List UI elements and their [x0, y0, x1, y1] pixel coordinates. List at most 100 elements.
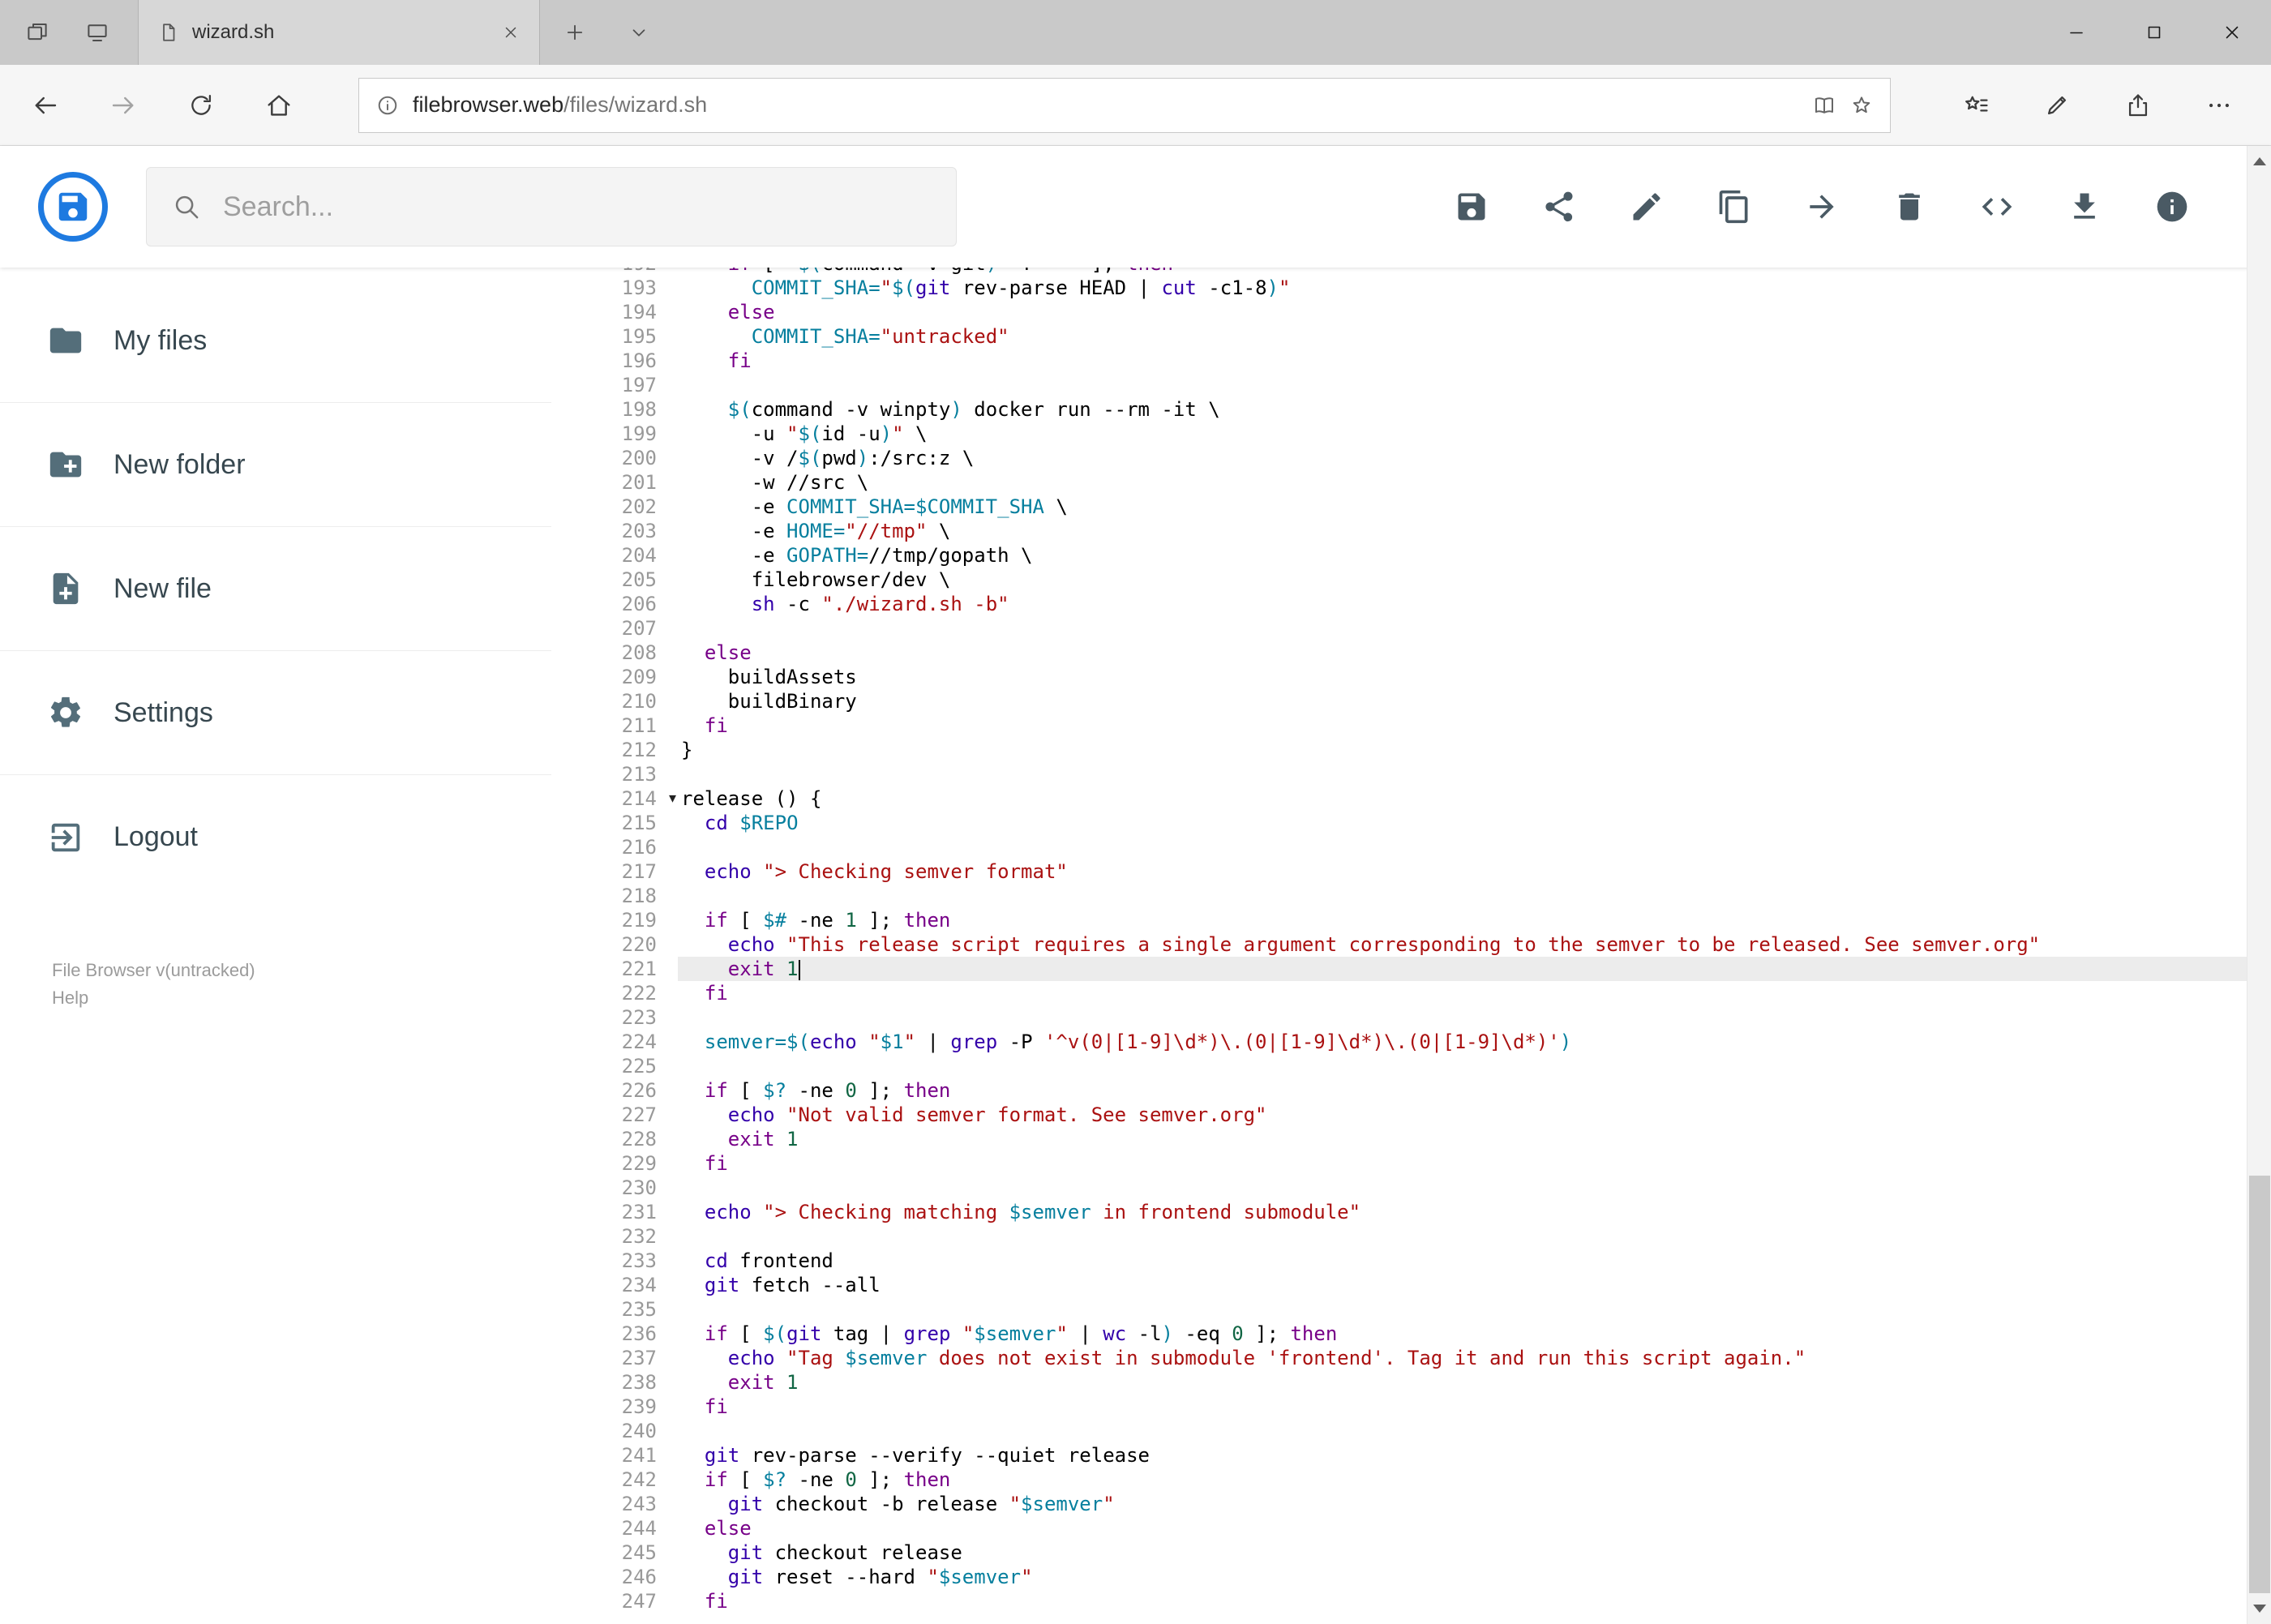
download-icon[interactable]	[2041, 158, 2128, 255]
code-line[interactable]: 233 cd frontend	[551, 1249, 2247, 1273]
code-editor[interactable]: 192 if [ "$(command -v git)" != "" ]; th…	[551, 268, 2247, 1624]
code-line[interactable]: 220 echo "This release script requires a…	[551, 932, 2247, 957]
code-line[interactable]: 239 fi	[551, 1395, 2247, 1419]
code-line[interactable]: 211 fi	[551, 713, 2247, 738]
code-line[interactable]: 217 echo "> Checking semver format"	[551, 859, 2247, 884]
code-line[interactable]: 246 git reset --hard "$semver"	[551, 1565, 2247, 1589]
scroll-up-arrow-icon[interactable]	[2247, 148, 2271, 175]
copy-icon[interactable]	[1690, 158, 1778, 255]
code-line[interactable]: 200 -v /$(pwd):/src:z \	[551, 446, 2247, 470]
code-line[interactable]: 208 else	[551, 641, 2247, 665]
code-line[interactable]: 206 sh -c "./wizard.sh -b"	[551, 592, 2247, 616]
vertical-scrollbar[interactable]	[2247, 146, 2271, 1624]
code-line[interactable]: 207	[551, 616, 2247, 641]
code-line[interactable]: 196 fi	[551, 349, 2247, 373]
home-icon[interactable]	[240, 68, 318, 143]
share-file-icon[interactable]	[1515, 158, 1603, 255]
code-line[interactable]: 232	[551, 1224, 2247, 1249]
minimize-icon[interactable]	[2037, 0, 2115, 65]
code-line[interactable]: 227 echo "Not valid semver format. See s…	[551, 1103, 2247, 1127]
code-line[interactable]: 243 git checkout -b release "$semver"	[551, 1492, 2247, 1516]
site-info-icon[interactable]	[375, 93, 400, 118]
browser-tab[interactable]: wizard.sh	[138, 0, 540, 65]
raw-code-icon[interactable]	[1953, 158, 2041, 255]
code-line[interactable]: 229 fi	[551, 1151, 2247, 1176]
code-line[interactable]: 210 buildBinary	[551, 689, 2247, 713]
code-line[interactable]: 230	[551, 1176, 2247, 1200]
code-line[interactable]: 216	[551, 835, 2247, 859]
code-line[interactable]: 234 git fetch --all	[551, 1273, 2247, 1297]
code-line[interactable]: 226 if [ $? -ne 0 ]; then	[551, 1078, 2247, 1103]
code-line[interactable]: 215 cd $REPO	[551, 811, 2247, 835]
refresh-icon[interactable]	[162, 68, 240, 143]
code-line[interactable]: 225	[551, 1054, 2247, 1078]
back-icon[interactable]	[6, 68, 84, 143]
code-line[interactable]: 247 fi	[551, 1589, 2247, 1613]
code-line[interactable]: 219 if [ $# -ne 1 ]; then	[551, 908, 2247, 932]
code-line[interactable]: 199 -u "$(id -u)" \	[551, 422, 2247, 446]
sidebar-item-logout[interactable]: Logout	[0, 775, 551, 899]
new-tab-button[interactable]	[540, 0, 610, 65]
scroll-down-arrow-icon[interactable]	[2247, 1595, 2271, 1622]
code-line[interactable]: 244 else	[551, 1516, 2247, 1540]
code-line[interactable]: 202 -e COMMIT_SHA=$COMMIT_SHA \	[551, 495, 2247, 519]
code-line[interactable]: 231 echo "> Checking matching $semver in…	[551, 1200, 2247, 1224]
code-line[interactable]: 237 echo "Tag $semver does not exist in …	[551, 1346, 2247, 1370]
code-line[interactable]: 193 COMMIT_SHA="$(git rev-parse HEAD | c…	[551, 276, 2247, 300]
code-line[interactable]: 214 ▾ release () {	[551, 786, 2247, 811]
move-arrow-icon[interactable]	[1778, 158, 1866, 255]
web-note-pen-icon[interactable]	[2016, 68, 2097, 143]
code-line[interactable]: 223	[551, 1005, 2247, 1030]
code-line[interactable]: 195 COMMIT_SHA="untracked"	[551, 324, 2247, 349]
delete-trash-icon[interactable]	[1866, 158, 1953, 255]
code-line[interactable]: 222 fi	[551, 981, 2247, 1005]
code-line[interactable]: 198 $(command -v winpty) docker run --rm…	[551, 397, 2247, 422]
code-line[interactable]: 204 -e GOPATH=//tmp/gopath \	[551, 543, 2247, 568]
save-icon[interactable]	[1428, 158, 1515, 255]
sidebar-item-my-files[interactable]: My files	[0, 279, 551, 403]
code-line[interactable]: 236 if [ $(git tag | grep "$semver" | wc…	[551, 1322, 2247, 1346]
tab-close-icon[interactable]	[502, 24, 520, 41]
scrollbar-thumb[interactable]	[2249, 1176, 2270, 1593]
search-bar[interactable]	[146, 167, 957, 246]
code-line[interactable]: 241 git rev-parse --verify --quiet relea…	[551, 1443, 2247, 1468]
share-icon[interactable]	[2097, 68, 2179, 143]
hub-icon[interactable]	[1935, 68, 2016, 143]
filebrowser-logo-icon[interactable]	[38, 172, 108, 242]
tabs-chevron-icon[interactable]	[610, 0, 668, 65]
tabs-preview-icon[interactable]	[13, 9, 62, 56]
code-line[interactable]: 197	[551, 373, 2247, 397]
close-icon[interactable]	[2193, 0, 2271, 65]
maximize-icon[interactable]	[2115, 0, 2193, 65]
code-line[interactable]: 235	[551, 1297, 2247, 1322]
code-line[interactable]: 212}	[551, 738, 2247, 762]
sidebar-item-settings[interactable]: Settings	[0, 651, 551, 775]
code-line[interactable]: 203 -e HOME="//tmp" \	[551, 519, 2247, 543]
info-icon[interactable]	[2128, 158, 2216, 255]
address-bar[interactable]: filebrowser.web/files/wizard.sh	[358, 77, 1891, 133]
more-icon[interactable]	[2179, 68, 2260, 143]
code-line[interactable]: 242 if [ $? -ne 0 ]; then	[551, 1468, 2247, 1492]
favorite-star-icon[interactable]	[1849, 93, 1874, 118]
rename-pencil-icon[interactable]	[1603, 158, 1690, 255]
code-line[interactable]: 192 if [ "$(command -v git)" != "" ]; th…	[551, 268, 2247, 276]
code-line[interactable]: 209 buildAssets	[551, 665, 2247, 689]
code-line[interactable]: 240	[551, 1419, 2247, 1443]
code-line[interactable]: 213	[551, 762, 2247, 786]
code-line[interactable]: 205 filebrowser/dev \	[551, 568, 2247, 592]
fold-arrow-icon[interactable]: ▾	[669, 786, 676, 811]
code-line[interactable]: 218	[551, 884, 2247, 908]
code-line[interactable]: 221 exit 1	[551, 957, 2247, 981]
code-line[interactable]: 245 git checkout release	[551, 1540, 2247, 1565]
code-line[interactable]: 201 -w //src \	[551, 470, 2247, 495]
sidebar-item-new-folder[interactable]: New folder	[0, 403, 551, 527]
help-link[interactable]: Help	[52, 984, 255, 1012]
reading-view-icon[interactable]	[1812, 93, 1836, 118]
search-input[interactable]	[223, 191, 932, 223]
sidebar-item-new-file[interactable]: New file	[0, 527, 551, 651]
code-line[interactable]: 238 exit 1	[551, 1370, 2247, 1395]
code-line[interactable]: 224 semver=$(echo "$1" | grep -P '^v(0|[…	[551, 1030, 2247, 1054]
forward-icon[interactable]	[84, 68, 162, 143]
set-tabs-aside-icon[interactable]	[73, 9, 122, 56]
code-line[interactable]: 194 else	[551, 300, 2247, 324]
